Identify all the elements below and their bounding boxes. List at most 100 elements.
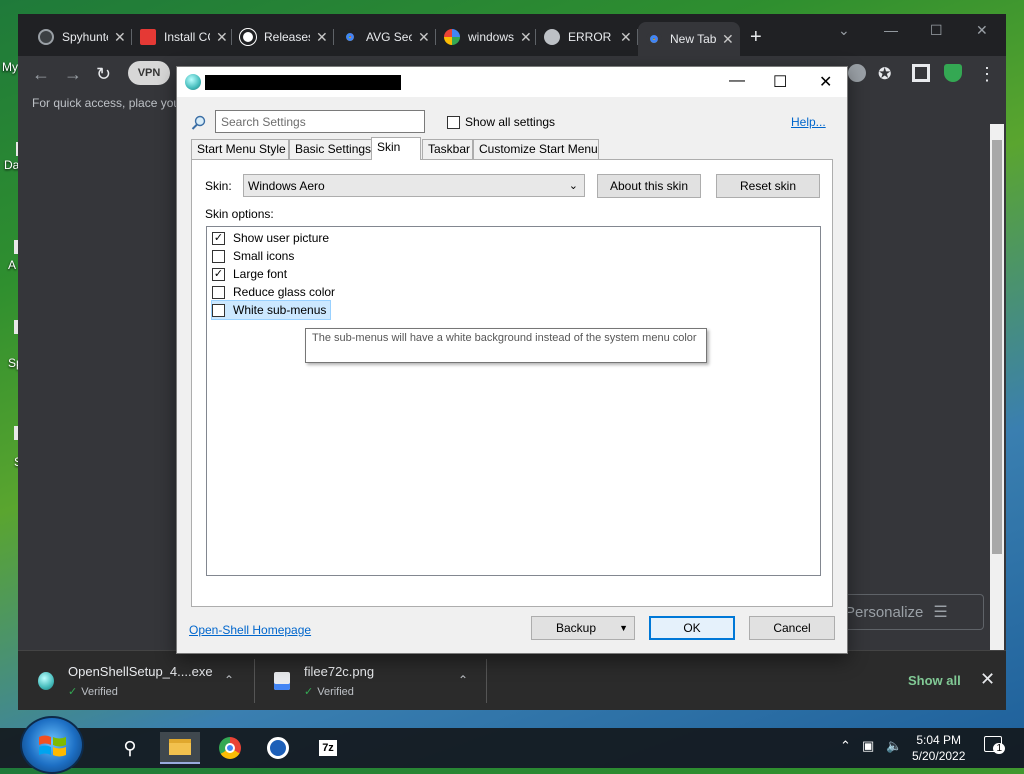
tab-customize-start-menu[interactable]: Customize Start Menu <box>473 139 599 159</box>
close-icon[interactable]: ✕ <box>114 29 126 46</box>
scrollbar-thumb[interactable] <box>992 140 1002 554</box>
close-downloads-icon[interactable]: ✕ <box>980 669 995 690</box>
start-button[interactable] <box>20 716 84 774</box>
taskbar-file-explorer-icon[interactable] <box>160 732 200 764</box>
extension-badge-icon[interactable] <box>848 64 866 82</box>
desktop-label: A <box>8 258 17 272</box>
download-item[interactable]: filee72c.png ✓ Verified ⌃ <box>274 651 484 711</box>
show-all-downloads-button[interactable]: Show all <box>908 673 961 688</box>
tab-install-ccleaner[interactable]: Install CCleaner ✕ <box>132 22 232 52</box>
close-icon[interactable]: ✕ <box>418 29 430 46</box>
checkbox-box[interactable] <box>212 249 225 263</box>
search-icon <box>191 115 207 134</box>
new-tab-button[interactable]: + <box>750 26 762 49</box>
show-all-settings-checkbox[interactable]: Show all settings <box>447 115 555 129</box>
option-tooltip: The sub-menus will have a white backgrou… <box>305 328 707 363</box>
tab-windows[interactable]: windows ✕ <box>436 22 536 52</box>
network-icon[interactable]: ▣ <box>862 738 874 754</box>
divider <box>486 659 487 703</box>
tab-start-menu-style[interactable]: Start Menu Style <box>191 139 289 159</box>
tab-spyhunter[interactable]: Spyhunter ✕ <box>30 22 132 52</box>
close-icon[interactable]: ✕ <box>316 29 328 46</box>
windows-logo-icon <box>39 735 66 757</box>
download-status: ✓ Verified <box>68 686 118 698</box>
skin-label: Skin: <box>205 179 232 193</box>
tray-chevron-up-icon[interactable]: ⌃ <box>840 738 851 754</box>
chevron-up-icon[interactable]: ⌃ <box>224 673 234 687</box>
search-settings-input[interactable] <box>215 110 425 133</box>
close-icon[interactable]: ✕ <box>520 29 532 46</box>
tab-new-tab[interactable]: New Tab ✕ <box>638 22 740 56</box>
tab-avg-secure[interactable]: AVG Secure ✕ <box>334 22 436 52</box>
option-reduce-glass-color[interactable]: Reduce glass color <box>212 283 335 301</box>
option-label: Large font <box>233 267 288 281</box>
taskbar-chrome-icon[interactable] <box>210 732 250 764</box>
checkbox-box[interactable] <box>212 285 225 299</box>
checkbox-box[interactable]: ✓ <box>212 267 225 281</box>
taskbar-search-icon[interactable]: ⚲ <box>110 732 150 764</box>
minimize-icon[interactable]: — <box>884 22 898 38</box>
skin-select[interactable]: Windows Aero ⌄ <box>243 174 585 197</box>
reload-icon[interactable]: ↻ <box>96 64 111 85</box>
close-icon[interactable]: ✕ <box>819 72 832 92</box>
tab-search-chevron-icon[interactable]: ⌄ <box>838 22 850 39</box>
option-label: Show user picture <box>233 231 330 245</box>
ok-button[interactable]: OK <box>649 616 735 640</box>
tab-error[interactable]: ERROR ✕ <box>536 22 638 52</box>
close-icon[interactable]: ✕ <box>620 29 632 46</box>
forward-arrow-icon[interactable]: → <box>64 64 82 85</box>
tab-label: Spyhunter <box>62 30 108 44</box>
taskbar-7zip-icon[interactable]: 7z <box>308 732 348 764</box>
tab-taskbar[interactable]: Taskbar <box>422 139 473 159</box>
maximize-icon[interactable]: ☐ <box>930 22 943 39</box>
download-item[interactable]: OpenShellSetup_4....exe ✓ Verified ⌃ <box>38 651 248 711</box>
puzzle-extensions-icon[interactable]: ✪ <box>878 64 896 83</box>
reading-list-icon[interactable] <box>912 64 930 82</box>
7zip-label: 7z <box>319 740 337 756</box>
personalize-label: Personalize <box>845 603 924 621</box>
cancel-button[interactable]: Cancel <box>749 616 835 640</box>
desktop-label: My <box>2 60 18 74</box>
about-skin-button[interactable]: About this skin <box>597 174 701 198</box>
openshell-file-icon <box>38 672 54 690</box>
backup-button[interactable]: Backup ▼ <box>531 616 635 640</box>
taskbar-avg-browser-icon[interactable] <box>258 732 298 764</box>
github-favicon-icon <box>240 29 256 45</box>
personalize-button[interactable]: Personalize ☰ <box>838 594 984 630</box>
checkbox-box[interactable] <box>447 115 460 129</box>
open-shell-homepage-link[interactable]: Open-Shell Homepage <box>189 623 311 637</box>
sliders-icon: ☰ <box>933 604 948 621</box>
option-label: Reduce glass color <box>233 285 336 299</box>
divider <box>254 659 255 703</box>
shield-check-icon[interactable] <box>944 64 962 82</box>
skin-options-label: Skin options: <box>205 207 274 221</box>
reset-skin-button[interactable]: Reset skin <box>716 174 820 198</box>
notifications-icon[interactable]: 1 <box>984 736 1005 754</box>
google-favicon-icon <box>444 29 460 45</box>
checkbox-box[interactable] <box>212 303 225 317</box>
tab-basic-settings[interactable]: Basic Settings <box>289 139 373 159</box>
minimize-icon[interactable]: — <box>729 72 745 90</box>
close-icon[interactable]: ✕ <box>722 31 734 48</box>
tab-label: AVG Secure <box>366 30 412 44</box>
option-small-icons[interactable]: Small icons <box>212 247 294 265</box>
chevron-up-icon[interactable]: ⌃ <box>458 673 468 687</box>
clock[interactable]: 5:04 PM 5/20/2022 <box>912 732 965 764</box>
option-large-font[interactable]: ✓ Large font <box>212 265 287 283</box>
back-arrow-icon[interactable]: ← <box>32 64 50 85</box>
close-window-icon[interactable]: ✕ <box>976 22 988 39</box>
kebab-menu-icon[interactable]: ⋮ <box>978 64 996 85</box>
close-icon[interactable]: ✕ <box>216 29 228 46</box>
download-name: OpenShellSetup_4....exe <box>68 664 213 679</box>
help-link[interactable]: Help... <box>791 115 826 129</box>
globe-icon <box>544 29 560 45</box>
volume-icon[interactable]: 🔈 <box>886 738 902 754</box>
tab-skin[interactable]: Skin <box>371 137 421 160</box>
tab-releases[interactable]: Releases ✕ <box>232 22 334 52</box>
option-show-user-picture[interactable]: ✓ Show user picture <box>212 229 329 247</box>
checkbox-box[interactable]: ✓ <box>212 231 225 245</box>
option-white-sub-menus[interactable]: White sub-menus <box>210 300 332 320</box>
vpn-button[interactable]: VPN <box>128 61 170 85</box>
maximize-icon[interactable]: ☐ <box>773 72 787 92</box>
dialog-titlebar[interactable]: — ☐ ✕ <box>177 67 847 97</box>
